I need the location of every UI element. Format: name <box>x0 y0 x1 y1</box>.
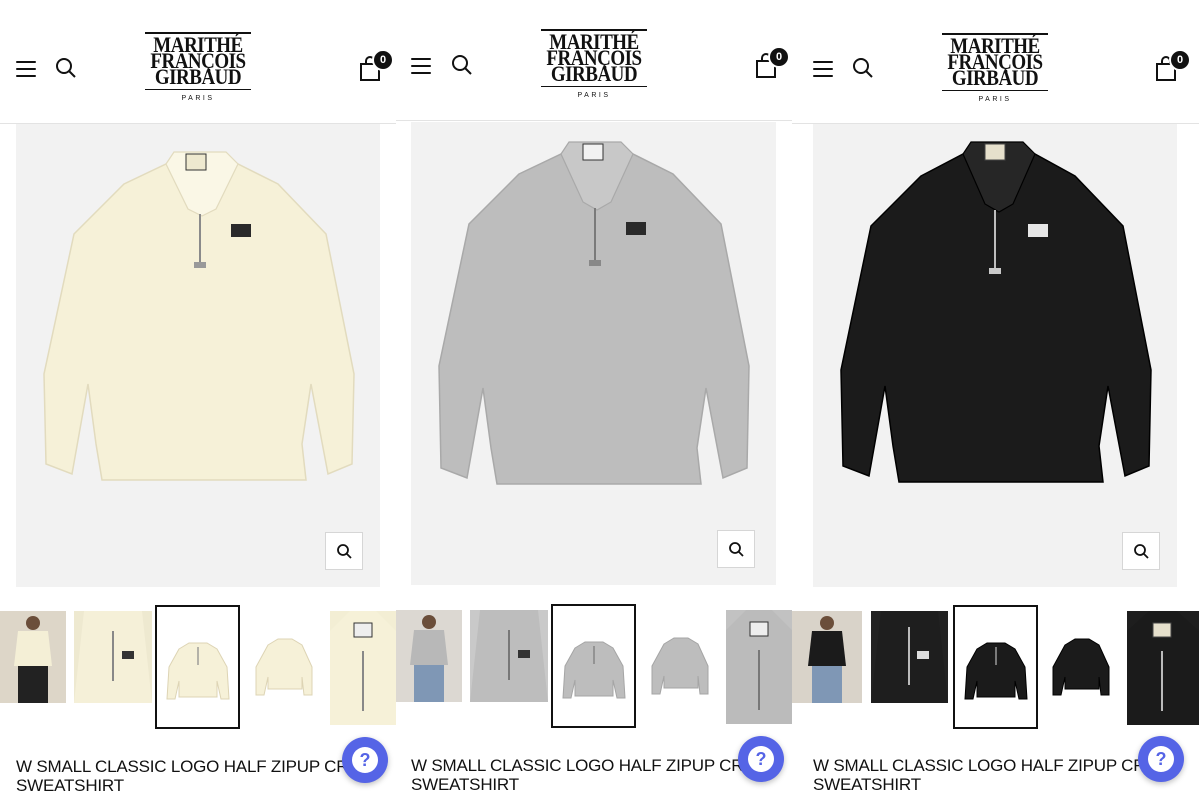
thumbnail-detail[interactable] <box>470 610 548 702</box>
zoom-icon <box>1134 544 1149 559</box>
zoom-button[interactable] <box>325 532 363 570</box>
search-icon[interactable] <box>852 57 874 79</box>
zoom-button[interactable] <box>1122 532 1160 570</box>
thumbnail-image <box>166 642 230 700</box>
help-chat-button[interactable]: ? <box>738 736 784 782</box>
thumbnail-image <box>330 611 396 725</box>
product-panel-cream: MARITHÉ FRANÇOIS GIRBAUD PARIS 0 W SMALL… <box>0 0 396 800</box>
product-title-line-2: SWEATSHIRT <box>411 775 519 794</box>
product-title-line-1: W SMALL CLASSIC LOGO HALF ZIPUP CROP <box>813 756 1170 775</box>
search-icon[interactable] <box>451 54 473 76</box>
thumbnail-model-back[interactable] <box>0 611 66 703</box>
product-main-image[interactable] <box>16 124 380 587</box>
cart-count-badge: 0 <box>768 46 790 68</box>
product-title-line-1: W SMALL CLASSIC LOGO HALF ZIPUP CROP <box>16 757 373 776</box>
thumbnail-image <box>470 610 548 702</box>
cart-count-badge: 0 <box>1169 49 1191 71</box>
thumbnail-closeup[interactable] <box>1127 611 1199 725</box>
brand-logo[interactable]: MARITHÉ FRANÇOIS GIRBAUD PARIS <box>145 32 251 102</box>
product-panel-black: MARITHÉ FRANÇOIS GIRBAUD PARIS 0 W SMALL… <box>792 0 1199 800</box>
thumbnail-image <box>255 638 313 696</box>
zoom-icon <box>729 542 744 557</box>
thumbnail-strip <box>792 605 1199 729</box>
brand-tagline: PARIS <box>577 92 611 99</box>
thumbnail-strip <box>0 605 396 729</box>
brand-tagline: PARIS <box>978 96 1012 103</box>
thumbnail-image <box>562 641 626 699</box>
thumbnail-selected[interactable] <box>155 605 240 729</box>
brand-line-3: GIRBAUD <box>154 64 242 89</box>
thumbnail-model-back[interactable] <box>396 610 462 702</box>
zoom-icon <box>337 544 352 559</box>
product-panel-grey: MARITHÉ FRANÇOIS GIRBAUD PARIS 0 W SMALL… <box>396 0 792 800</box>
sweatshirt-cream-image <box>43 151 355 481</box>
help-chat-icon: ? <box>352 747 378 773</box>
thumbnail-image <box>651 637 709 695</box>
product-title-line-2: SWEATSHIRT <box>813 775 921 794</box>
thumbnail-strip <box>396 604 792 728</box>
search-icon[interactable] <box>55 57 77 79</box>
product-title-line-2: SWEATSHIRT <box>16 776 124 795</box>
sweatshirt-grey-image <box>438 141 750 485</box>
help-chat-button[interactable]: ? <box>342 737 388 783</box>
brand-tagline: PARIS <box>181 95 215 102</box>
product-main-image[interactable] <box>813 124 1177 587</box>
brand-line-3: GIRBAUD <box>951 65 1039 90</box>
thumbnail-back[interactable] <box>1045 611 1117 703</box>
thumbnail-back[interactable] <box>644 610 716 702</box>
thumbnail-image <box>74 611 152 703</box>
thumbnail-back[interactable] <box>248 611 320 703</box>
thumbnail-image <box>410 615 448 702</box>
cart-count-badge: 0 <box>372 49 394 71</box>
help-chat-icon: ? <box>1148 746 1174 772</box>
product-title-line-1: W SMALL CLASSIC LOGO HALF ZIPUP CROP <box>411 756 768 775</box>
thumbnail-image <box>808 616 846 703</box>
thumbnail-image <box>964 642 1028 700</box>
hamburger-menu-icon[interactable] <box>16 61 36 77</box>
site-header: MARITHÉ FRANÇOIS GIRBAUD PARIS 0 <box>792 0 1199 124</box>
thumbnail-image <box>726 610 792 724</box>
thumbnail-detail[interactable] <box>74 611 152 703</box>
zoom-button[interactable] <box>717 530 755 568</box>
brand-line-3: GIRBAUD <box>550 61 638 86</box>
thumbnail-model-back[interactable] <box>792 611 862 703</box>
thumbnail-image <box>1127 611 1199 725</box>
thumbnail-closeup[interactable] <box>330 611 396 725</box>
help-chat-icon: ? <box>748 746 774 772</box>
thumbnail-selected[interactable] <box>551 604 636 728</box>
sweatshirt-black-image <box>840 141 1152 483</box>
site-header: MARITHÉ FRANÇOIS GIRBAUD PARIS 0 <box>0 0 396 124</box>
help-chat-button[interactable]: ? <box>1138 736 1184 782</box>
brand-logo[interactable]: MARITHÉ FRANÇOIS GIRBAUD PARIS <box>541 29 647 99</box>
site-header: MARITHÉ FRANÇOIS GIRBAUD PARIS 0 <box>396 0 792 121</box>
thumbnail-closeup[interactable] <box>726 610 792 724</box>
thumbnail-selected[interactable] <box>953 605 1038 729</box>
thumbnail-image <box>1052 638 1110 696</box>
thumbnail-image <box>871 611 948 703</box>
brand-logo[interactable]: MARITHÉ FRANÇOIS GIRBAUD PARIS <box>942 33 1048 103</box>
thumbnail-image <box>14 616 52 703</box>
thumbnail-detail[interactable] <box>871 611 948 703</box>
hamburger-menu-icon[interactable] <box>411 58 431 74</box>
hamburger-menu-icon[interactable] <box>813 61 833 77</box>
product-main-image[interactable] <box>411 122 776 585</box>
